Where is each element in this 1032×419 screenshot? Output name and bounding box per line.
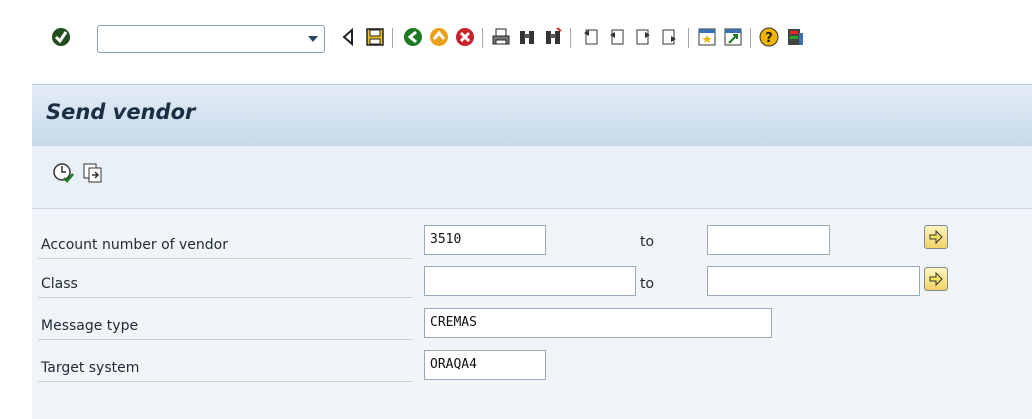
multiple-selection-button[interactable] xyxy=(924,267,948,291)
toolbar-separator xyxy=(688,28,689,48)
to-label: to xyxy=(640,276,655,292)
command-input[interactable] xyxy=(102,29,296,51)
back-green-icon[interactable] xyxy=(402,26,424,48)
class-from-field[interactable] xyxy=(424,266,636,296)
back-icon[interactable] xyxy=(337,26,359,48)
prev-page-icon[interactable] xyxy=(606,26,628,48)
label-target-system: Target system xyxy=(38,354,413,382)
message-type-field[interactable]: CREMAS xyxy=(424,308,772,338)
toolbar-separator xyxy=(750,28,751,48)
page-title: Send vendor xyxy=(46,100,196,124)
svg-text:?: ? xyxy=(765,31,773,46)
toolbar-separator xyxy=(392,28,393,48)
last-page-icon[interactable] xyxy=(658,26,680,48)
get-variant-icon[interactable] xyxy=(82,162,104,184)
exit-icon[interactable] xyxy=(428,26,450,48)
customize-layout-icon[interactable] xyxy=(784,26,806,48)
toolbar-separator xyxy=(570,28,571,48)
label-class: Class xyxy=(38,270,413,298)
enter-check-icon[interactable] xyxy=(50,26,72,48)
account-number-to-field[interactable] xyxy=(707,225,830,255)
new-session-icon[interactable] xyxy=(696,26,718,48)
title-bar: Send vendor xyxy=(32,84,1032,147)
label-message-type: Message type xyxy=(38,312,413,340)
application-toolbar xyxy=(32,146,1032,209)
account-number-from-field[interactable]: 3510 xyxy=(424,225,546,255)
next-page-icon[interactable] xyxy=(632,26,654,48)
system-toolbar: ? xyxy=(0,0,1032,82)
command-field[interactable] xyxy=(97,25,325,53)
save-icon[interactable] xyxy=(364,26,386,48)
to-label: to xyxy=(640,234,655,250)
selection-screen: Account number of vendor 3510 to Class t… xyxy=(32,209,1032,419)
arrow-right-icon xyxy=(929,229,943,245)
shortcut-icon[interactable] xyxy=(722,26,744,48)
find-icon[interactable] xyxy=(516,26,538,48)
print-icon[interactable] xyxy=(490,26,512,48)
label-account-number: Account number of vendor xyxy=(38,231,413,259)
class-to-field[interactable] xyxy=(707,266,920,296)
help-icon[interactable]: ? xyxy=(758,26,780,48)
find-next-icon[interactable] xyxy=(542,26,564,48)
execute-icon[interactable] xyxy=(52,162,74,184)
target-system-field[interactable]: ORAQA4 xyxy=(424,350,546,380)
chevron-down-icon[interactable] xyxy=(308,36,318,42)
multiple-selection-button[interactable] xyxy=(924,225,948,249)
toolbar-separator xyxy=(482,28,483,48)
cancel-icon[interactable] xyxy=(454,26,476,48)
arrow-right-icon xyxy=(929,271,943,287)
first-page-icon[interactable] xyxy=(580,26,602,48)
